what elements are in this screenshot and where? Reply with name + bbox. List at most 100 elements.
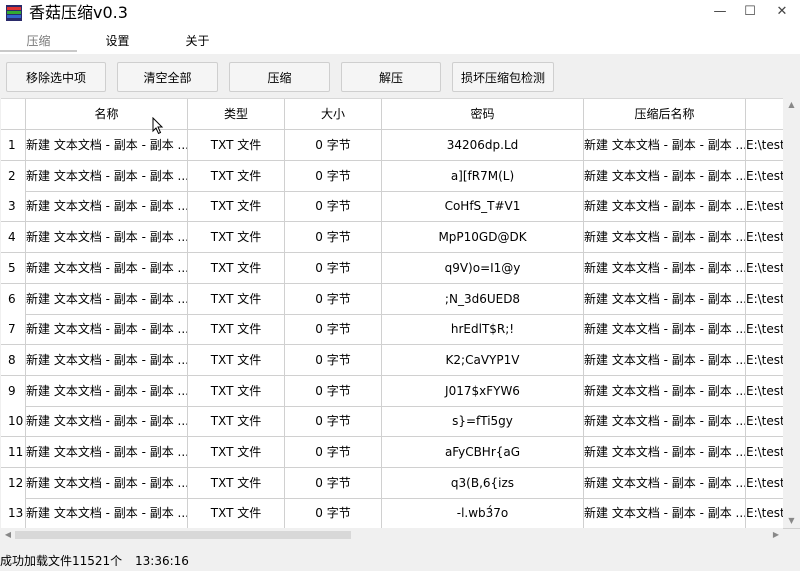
cell-output-name[interactable]: 新建 文本文档 - 副本 - 副本 ... <box>584 406 746 438</box>
row-number[interactable]: 9 <box>1 375 26 407</box>
cell-password[interactable]: s}=fTi5gy <box>382 406 584 438</box>
cell-output-name[interactable]: 新建 文本文档 - 副本 - 副本 ... <box>584 467 746 499</box>
cell-type[interactable]: TXT 文件 <box>188 283 285 315</box>
table-row[interactable]: 5 新建 文本文档 - 副本 - 副本 ... TXT 文件 0 字节 q9V)o=I1… <box>1 252 800 284</box>
cell-name[interactable]: 新建 文本文档 - 副本 - 副本 ... <box>26 160 188 192</box>
cell-name[interactable]: 新建 文本文档 - 副本 - 副本 ... <box>26 252 188 284</box>
cell-size[interactable]: 0 字节 <box>285 283 382 315</box>
scroll-left-icon[interactable]: ◀ <box>1 528 15 542</box>
maximize-button[interactable]: ☐ <box>736 0 764 26</box>
cell-size[interactable]: 0 字节 <box>285 252 382 284</box>
cell-output-name[interactable]: 新建 文本文档 - 副本 - 副本 ... <box>584 437 746 468</box>
scroll-down-icon[interactable]: ▼ <box>783 514 800 528</box>
tab-compress[interactable]: 压缩 <box>0 32 77 50</box>
compress-button[interactable]: 压缩 <box>229 62 330 92</box>
cell-output-name[interactable]: 新建 文本文档 - 副本 - 副本 ... <box>584 283 746 315</box>
row-number[interactable]: 2 <box>1 160 26 192</box>
cell-name[interactable]: 新建 文本文档 - 副本 - 副本 ... <box>26 314 188 346</box>
cell-size[interactable]: 0 字节 <box>285 222 382 254</box>
column-header-password[interactable]: 密码 <box>382 99 584 130</box>
cell-type[interactable]: TXT 文件 <box>188 406 285 438</box>
cell-size[interactable]: 0 字节 <box>285 498 382 529</box>
cell-type[interactable]: TXT 文件 <box>188 467 285 499</box>
row-number[interactable]: 7 <box>1 314 26 346</box>
decompress-button[interactable]: 解压 <box>341 62 441 92</box>
cell-output-name[interactable]: 新建 文本文档 - 副本 - 副本 ... <box>584 252 746 284</box>
cell-size[interactable]: 0 字节 <box>285 406 382 438</box>
table-row[interactable]: 6 新建 文本文档 - 副本 - 副本 ... TXT 文件 0 字节 ;N_3d6UE… <box>1 283 800 315</box>
cell-output-name[interactable]: 新建 文本文档 - 副本 - 副本 ... <box>584 222 746 254</box>
row-number[interactable]: 8 <box>1 344 26 376</box>
cell-size[interactable]: 0 字节 <box>285 160 382 192</box>
cell-type[interactable]: TXT 文件 <box>188 344 285 376</box>
cell-password[interactable]: MpP10GD@DK <box>382 222 584 254</box>
cell-size[interactable]: 0 字节 <box>285 314 382 346</box>
scroll-up-icon[interactable]: ▲ <box>783 98 800 112</box>
cell-output-name[interactable]: 新建 文本文档 - 副本 - 副本 ... <box>584 130 746 161</box>
cell-name[interactable]: 新建 文本文档 - 副本 - 副本 ... <box>26 283 188 315</box>
row-number[interactable]: 13 <box>1 498 26 529</box>
cell-name[interactable]: 新建 文本文档 - 副本 - 副本 ... <box>26 467 188 499</box>
row-number[interactable]: 11 <box>1 437 26 468</box>
cell-output-name[interactable]: 新建 文本文档 - 副本 - 副本 ... <box>584 160 746 192</box>
cell-output-name[interactable]: 新建 文本文档 - 副本 - 副本 ... <box>584 314 746 346</box>
cell-password[interactable]: -l.wb3́7o <box>382 498 584 529</box>
cell-type[interactable]: TXT 文件 <box>188 191 285 223</box>
table-row[interactable]: 2 新建 文本文档 - 副本 - 副本 ... TXT 文件 0 字节 a][fR7M(… <box>1 160 800 192</box>
tab-settings[interactable]: 设置 <box>90 32 145 50</box>
row-number[interactable]: 5 <box>1 252 26 284</box>
cell-password[interactable]: CoHfS_T#V1 <box>382 191 584 223</box>
cell-size[interactable]: 0 字节 <box>285 191 382 223</box>
table-row[interactable]: 10 新建 文本文档 - 副本 - 副本 ... TXT 文件 0 字节 s}=fTi5… <box>1 406 800 438</box>
scroll-right-icon[interactable]: ▶ <box>769 528 783 542</box>
cell-output-name[interactable]: 新建 文本文档 - 副本 - 副本 ... <box>584 498 746 529</box>
column-header-type[interactable]: 类型 <box>188 99 285 130</box>
horizontal-scroll-thumb[interactable] <box>15 531 351 539</box>
cell-type[interactable]: TXT 文件 <box>188 130 285 161</box>
table-row[interactable]: 8 新建 文本文档 - 副本 - 副本 ... TXT 文件 0 字节 K2;CaVYP… <box>1 344 800 376</box>
cell-type[interactable]: TXT 文件 <box>188 437 285 468</box>
cell-password[interactable]: 34206dp.Ld <box>382 130 584 161</box>
table-row[interactable]: 12 新建 文本文档 - 副本 - 副本 ... TXT 文件 0 字节 q3(B,6{… <box>1 467 800 499</box>
cell-type[interactable]: TXT 文件 <box>188 375 285 407</box>
row-number[interactable]: 1 <box>1 130 26 161</box>
cell-size[interactable]: 0 字节 <box>285 130 382 161</box>
cell-type[interactable]: TXT 文件 <box>188 222 285 254</box>
horizontal-scrollbar[interactable]: ◀ ▶ <box>1 528 783 542</box>
cell-name[interactable]: 新建 文本文档 - 副本 - 副本 ... <box>26 406 188 438</box>
row-number[interactable]: 6 <box>1 283 26 315</box>
cell-password[interactable]: q3(B,6{izs <box>382 467 584 499</box>
cell-password[interactable]: q9V)o=I1@y <box>382 252 584 284</box>
cell-output-name[interactable]: 新建 文本文档 - 副本 - 副本 ... <box>584 375 746 407</box>
minimize-button[interactable]: — <box>706 0 734 26</box>
row-number[interactable]: 3 <box>1 191 26 223</box>
cell-password[interactable]: hrEdlT$R;! <box>382 314 584 346</box>
header-corner[interactable] <box>1 99 26 130</box>
table-row[interactable]: 7 新建 文本文档 - 副本 - 副本 ... TXT 文件 0 字节 hrEdlT$R… <box>1 314 800 346</box>
cell-name[interactable]: 新建 文本文档 - 副本 - 副本 ... <box>26 498 188 529</box>
table-row[interactable]: 4 新建 文本文档 - 副本 - 副本 ... TXT 文件 0 字节 MpP10GD@… <box>1 222 800 254</box>
row-number[interactable]: 10 <box>1 406 26 438</box>
column-header-output-name[interactable]: 压缩后名称 <box>584 99 746 130</box>
cell-password[interactable]: K2;CaVYP1V <box>382 344 584 376</box>
cell-type[interactable]: TXT 文件 <box>188 498 285 529</box>
table-row[interactable]: 11 新建 文本文档 - 副本 - 副本 ... TXT 文件 0 字节 aFyCBHr… <box>1 437 800 468</box>
vertical-scrollbar[interactable]: ▲ ▼ <box>783 98 800 528</box>
cell-name[interactable]: 新建 文本文档 - 副本 - 副本 ... <box>26 437 188 468</box>
cell-name[interactable]: 新建 文本文档 - 副本 - 副本 ... <box>26 191 188 223</box>
cell-size[interactable]: 0 字节 <box>285 437 382 468</box>
row-number[interactable]: 12 <box>1 467 26 499</box>
cell-password[interactable]: a][fR7M(L) <box>382 160 584 192</box>
clear-all-button[interactable]: 清空全部 <box>117 62 218 92</box>
cell-output-name[interactable]: 新建 文本文档 - 副本 - 副本 ... <box>584 344 746 376</box>
file-table[interactable]: 名称 类型 大小 密码 压缩后名称 1 新建 文本文档 - 副本 - 副本 ...… <box>1 98 800 529</box>
cell-password[interactable]: J017$xFYW6 <box>382 375 584 407</box>
cell-password[interactable]: aFyCBHr{aG <box>382 437 584 468</box>
row-number[interactable]: 4 <box>1 222 26 254</box>
table-row[interactable]: 1 新建 文本文档 - 副本 - 副本 ... TXT 文件 0 字节 34206dp.… <box>1 130 800 161</box>
cell-name[interactable]: 新建 文本文档 - 副本 - 副本 ... <box>26 375 188 407</box>
cell-type[interactable]: TXT 文件 <box>188 314 285 346</box>
cell-size[interactable]: 0 字节 <box>285 467 382 499</box>
cell-type[interactable]: TXT 文件 <box>188 160 285 192</box>
detect-corrupt-archive-button[interactable]: 损坏压缩包检测 <box>452 62 554 92</box>
